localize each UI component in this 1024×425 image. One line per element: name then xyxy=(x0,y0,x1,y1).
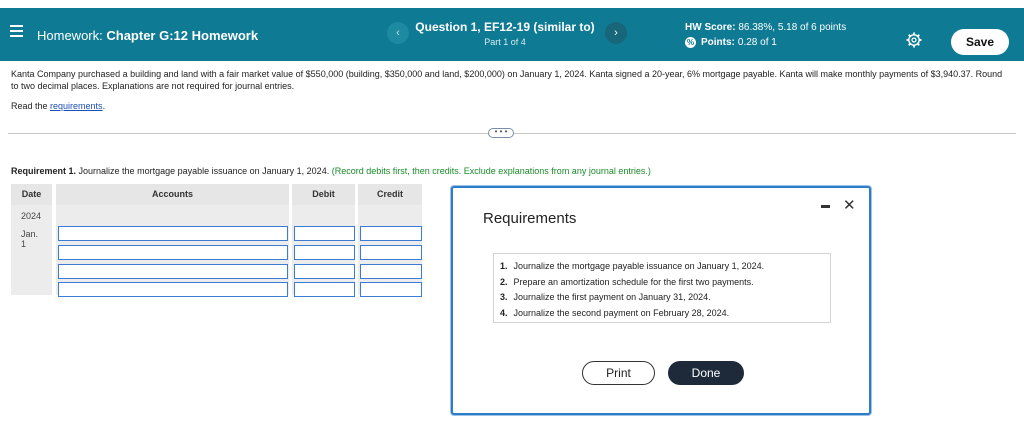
date-header: Date xyxy=(11,184,54,205)
print-button[interactable]: Print xyxy=(582,361,655,385)
credit-input-3[interactable] xyxy=(360,264,422,279)
debit-header: Debit xyxy=(292,184,357,205)
partial-credit-icon: % xyxy=(685,37,696,48)
account-input-3[interactable] xyxy=(58,264,288,279)
next-question-button[interactable]: › xyxy=(605,22,627,44)
done-button[interactable]: Done xyxy=(668,361,744,385)
list-item: 3. Journalize the first payment on Januar… xyxy=(500,292,711,302)
credit-header: Credit xyxy=(358,184,424,205)
credit-input-4[interactable] xyxy=(360,282,422,297)
list-item: 1. Journalize the mortgage payable issuan… xyxy=(500,261,765,271)
dialog-title: Requirements xyxy=(483,210,577,227)
account-input-1[interactable] xyxy=(58,226,288,241)
gear-icon[interactable] xyxy=(906,32,922,48)
top-bar: Homework: Chapter G:12 Homework ‹ Questi… xyxy=(0,8,1024,61)
credit-input-1[interactable] xyxy=(360,226,422,241)
menu-icon[interactable] xyxy=(10,25,23,37)
account-input-4[interactable] xyxy=(58,282,288,297)
list-item: 4. Journalize the second payment on Febru… xyxy=(500,307,730,318)
debit-input-3[interactable] xyxy=(294,264,355,279)
list-item: 2. Prepare an amortization schedule for t… xyxy=(500,276,754,287)
debit-input-1[interactable] xyxy=(294,226,355,241)
requirements-link[interactable]: requirements xyxy=(50,101,103,111)
requirements-dialog: ✕ Requirements 1. Journalize the mortgage… xyxy=(451,186,871,415)
question-title: Question 1, EF12-19 (similar to) xyxy=(415,20,595,34)
hw-score: HW Score: 86.38%, 5.18 of 6 points xyxy=(685,22,847,33)
account-input-2[interactable] xyxy=(58,245,288,260)
read-requirements: Read the requirements. xyxy=(11,101,106,111)
question-part: Part 1 of 4 xyxy=(484,37,526,47)
minimize-icon[interactable] xyxy=(821,205,830,208)
points: % Points: 0.28 of 1 xyxy=(685,37,777,48)
debit-input-2[interactable] xyxy=(294,245,355,260)
save-button[interactable]: Save xyxy=(951,29,1009,55)
entry-year: 2024 xyxy=(21,211,42,221)
requirement-prompt: Requirement 1. Journalize the mortgage p… xyxy=(11,166,651,176)
credit-input-2[interactable] xyxy=(360,245,422,260)
debit-input-4[interactable] xyxy=(294,282,355,297)
previous-question-button[interactable]: ‹ xyxy=(387,22,409,44)
close-icon[interactable]: ✕ xyxy=(843,196,856,214)
accounts-header: Accounts xyxy=(56,184,291,205)
requirements-list: 1. Journalize the mortgage payable issuan… xyxy=(493,253,831,323)
expand-more-button[interactable]: • • • xyxy=(488,128,514,138)
homework-title: Homework: Chapter G:12 Homework xyxy=(37,28,259,43)
problem-statement: Kanta Company purchased a building and l… xyxy=(11,69,1003,91)
entry-date: Jan. 1 xyxy=(21,229,39,249)
